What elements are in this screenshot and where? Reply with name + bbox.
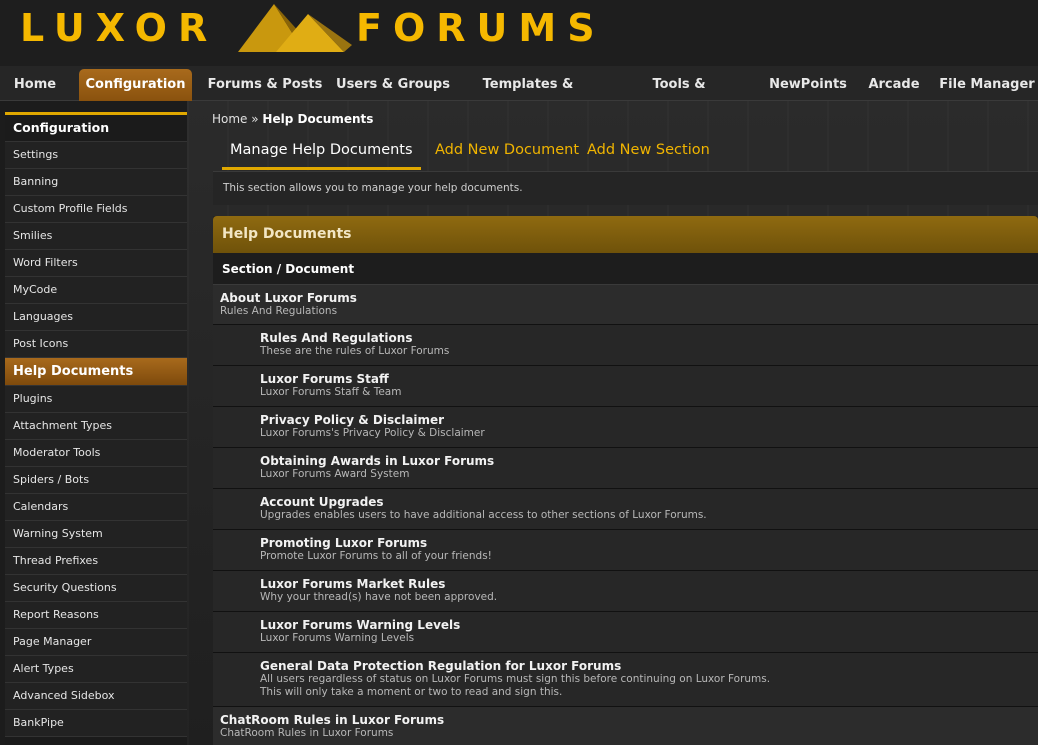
table-row[interactable]: Luxor Forums Market Rules Why your threa… [213,571,1038,612]
sidebar-item-advanced-sidebox[interactable]: Advanced Sidebox [5,683,187,710]
table-row[interactable]: Obtaining Awards in Luxor Forums Luxor F… [213,448,1038,489]
row-title[interactable]: Privacy Policy & Disclaimer [260,414,1038,427]
table-row[interactable]: Privacy Policy & Disclaimer Luxor Forums… [213,407,1038,448]
sidebar: Configuration Settings Banning Custom Pr… [5,112,187,745]
sidebar-item-languages[interactable]: Languages [5,304,187,331]
row-subtitle: ChatRoom Rules in Luxor Forums [220,727,394,739]
sidebar-item-calendars[interactable]: Calendars [5,494,187,521]
logo-text-right[interactable]: FORUMS [356,6,606,50]
row-title[interactable]: Promoting Luxor Forums [260,537,1038,550]
tab-users-groups[interactable]: Users & Groups [334,69,452,101]
tab-forums-posts[interactable]: Forums & Posts [205,69,325,101]
tab-configuration[interactable]: Configuration [79,69,192,101]
row-subtitle: Promote Luxor Forums to all of your frie… [260,550,492,562]
sidebar-item-bankpipe[interactable]: BankPipe [5,710,187,737]
pyramid-logo-icon[interactable] [236,0,356,55]
table-row[interactable]: ChatRoom Rules in Luxor Forums ChatRoom … [213,707,1038,745]
sidebar-item-security-questions[interactable]: Security Questions [5,575,187,602]
sidebar-item-plugins[interactable]: Plugins [5,386,187,413]
row-subtitle: Luxor Forums Warning Levels [260,632,415,644]
tab-arcade[interactable]: Arcade [862,69,926,101]
row-title[interactable]: General Data Protection Regulation for L… [260,660,1038,673]
row-title[interactable]: Luxor Forums Warning Levels [260,619,1038,632]
tab-file-manager[interactable]: File Manager [936,69,1038,101]
sidebar-item-settings[interactable]: Settings [5,142,187,169]
table-row[interactable]: General Data Protection Regulation for L… [213,653,1038,707]
tab-tools-maintenance[interactable]: Tools & Maintenance [604,69,754,124]
row-title[interactable]: Obtaining Awards in Luxor Forums [260,455,1038,468]
main-nav: Home Configuration Forums & Posts Users … [0,66,1038,124]
sidebar-item-spiders-bots[interactable]: Spiders / Bots [5,467,187,494]
row-title[interactable]: Luxor Forums Staff [260,373,1038,386]
row-subtitle: Rules And Regulations [220,305,338,317]
table-title: Help Documents [213,216,1038,253]
breadcrumb-current: Help Documents [262,112,374,126]
subtab-add-new-document[interactable]: Add New Document [435,142,579,170]
sidebar-item-thread-prefixes[interactable]: Thread Prefixes [5,548,187,575]
breadcrumb-home[interactable]: Home [212,112,247,126]
row-subtitle-line2: This will only take a moment or two to r… [260,686,563,698]
table-column-header: Section / Document [213,253,1038,285]
subtab-manage-help-documents[interactable]: Manage Help Documents [222,142,421,170]
row-title[interactable]: About Luxor Forums [220,292,1038,305]
sidebar-item-attachment-types[interactable]: Attachment Types [5,413,187,440]
table-row[interactable]: Account Upgrades Upgrades enables users … [213,489,1038,530]
subtab-add-new-section[interactable]: Add New Section [587,142,710,170]
row-title[interactable]: Account Upgrades [260,496,1038,509]
row-subtitle: All users regardless of status on Luxor … [260,673,771,685]
breadcrumb-separator: » [247,112,263,126]
tab-newpoints[interactable]: NewPoints [764,69,852,101]
table-row[interactable]: Promoting Luxor Forums Promote Luxor For… [213,530,1038,571]
section-description: This section allows you to manage your h… [213,171,1038,205]
breadcrumb: Home » Help Documents [212,112,373,126]
sidebar-item-alert-types[interactable]: Alert Types [5,656,187,683]
row-subtitle: These are the rules of Luxor Forums [260,345,450,357]
sidebar-item-help-documents[interactable]: Help Documents [5,358,187,386]
row-subtitle: Why your thread(s) have not been approve… [260,591,498,603]
table-row[interactable]: Luxor Forums Staff Luxor Forums Staff & … [213,366,1038,407]
sidebar-item-mycode[interactable]: MyCode [5,277,187,304]
sidebar-heading: Configuration [5,115,187,142]
table-row[interactable]: Luxor Forums Warning Levels Luxor Forums… [213,612,1038,653]
row-subtitle: Luxor Forums's Privacy Policy & Disclaim… [260,427,485,439]
sidebar-item-post-icons[interactable]: Post Icons [5,331,187,358]
logo-text-left[interactable]: LUXOR [20,6,218,50]
sidebar-item-banning[interactable]: Banning [5,169,187,196]
row-subtitle: Luxor Forums Staff & Team [260,386,402,398]
sidebar-item-word-filters[interactable]: Word Filters [5,250,187,277]
tab-home[interactable]: Home [5,69,65,101]
row-title[interactable]: Luxor Forums Market Rules [260,578,1038,591]
tab-templates-style[interactable]: Templates & Style [463,69,593,124]
sidebar-item-smilies[interactable]: Smilies [5,223,187,250]
sidebar-item-custom-profile-fields[interactable]: Custom Profile Fields [5,196,187,223]
table-row[interactable]: About Luxor Forums Rules And Regulations [213,285,1038,325]
sidebar-item-moderator-tools[interactable]: Moderator Tools [5,440,187,467]
table-row[interactable]: Rules And Regulations These are the rule… [213,325,1038,366]
header: LUXOR FORUMS [0,0,1038,66]
help-documents-table: Help Documents Section / Document About … [213,216,1038,745]
sidebar-item-warning-system[interactable]: Warning System [5,521,187,548]
row-subtitle: Upgrades enables users to have additiona… [260,509,707,521]
sidebar-item-report-reasons[interactable]: Report Reasons [5,602,187,629]
row-subtitle: Luxor Forums Award System [260,468,410,480]
sidebar-item-page-manager[interactable]: Page Manager [5,629,187,656]
row-title[interactable]: Rules And Regulations [260,332,1038,345]
row-title[interactable]: ChatRoom Rules in Luxor Forums [220,714,1038,727]
